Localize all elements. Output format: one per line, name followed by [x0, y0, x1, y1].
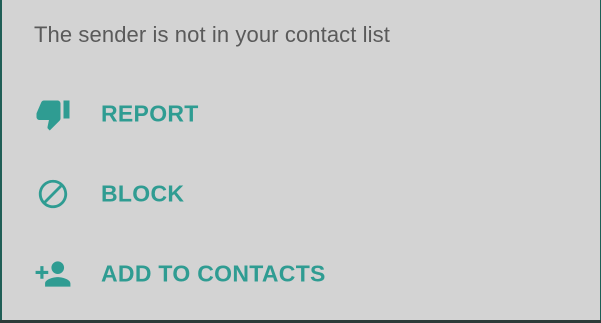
report-button[interactable]: REPORT — [0, 74, 601, 154]
thumb-down-icon — [34, 95, 72, 133]
notice-text: The sender is not in your contact list — [34, 22, 390, 47]
person-add-icon — [34, 255, 72, 293]
report-label: REPORT — [101, 100, 199, 127]
add-to-contacts-button[interactable]: ADD TO CONTACTS — [0, 234, 601, 314]
add-to-contacts-label: ADD TO CONTACTS — [101, 260, 326, 287]
block-button[interactable]: BLOCK — [0, 154, 601, 234]
block-label: BLOCK — [101, 180, 185, 207]
block-icon — [34, 175, 72, 213]
action-list: REPORT BLOCK ADD TO CONTACTS — [0, 74, 601, 314]
